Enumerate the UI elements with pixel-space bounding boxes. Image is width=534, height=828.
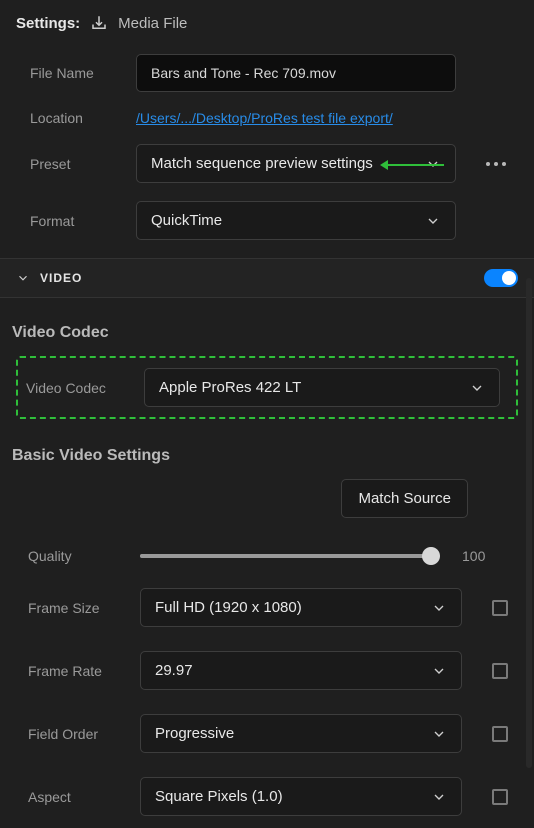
field-order-select[interactable]: Progressive bbox=[140, 714, 462, 753]
chevron-down-icon bbox=[469, 380, 485, 396]
video-toggle[interactable] bbox=[484, 269, 518, 287]
filename-label: File Name bbox=[30, 65, 120, 81]
filename-input[interactable] bbox=[136, 54, 456, 92]
chevron-down-icon bbox=[425, 213, 441, 229]
codec-label: Video Codec bbox=[26, 380, 130, 396]
match-source-button[interactable]: Match Source bbox=[341, 479, 468, 518]
video-section-title: VIDEO bbox=[40, 271, 82, 285]
field-order-value: Progressive bbox=[155, 725, 234, 742]
frame-rate-label: Frame Rate bbox=[28, 663, 124, 679]
frame-size-value: Full HD (1920 x 1080) bbox=[155, 599, 302, 616]
codec-highlight-box: Video Codec Apple ProRes 422 LT bbox=[16, 356, 518, 419]
aspect-label: Aspect bbox=[28, 789, 124, 805]
format-select[interactable]: QuickTime bbox=[136, 201, 456, 240]
location-label: Location bbox=[30, 110, 120, 126]
basic-video-heading: Basic Video Settings bbox=[12, 447, 518, 465]
frame-size-link-checkbox[interactable] bbox=[492, 600, 508, 616]
chevron-down-icon bbox=[431, 789, 447, 805]
chevron-down-icon bbox=[431, 663, 447, 679]
media-file-label[interactable]: Media File bbox=[118, 15, 187, 32]
location-link[interactable]: /Users/.../Desktop/ProRes test file expo… bbox=[136, 110, 393, 126]
field-order-label: Field Order bbox=[28, 726, 124, 742]
chevron-down-icon bbox=[431, 600, 447, 616]
settings-header: Settings: Media File bbox=[16, 14, 518, 32]
field-order-link-checkbox[interactable] bbox=[492, 726, 508, 742]
frame-rate-value: 29.97 bbox=[155, 662, 193, 679]
aspect-select[interactable]: Square Pixels (1.0) bbox=[140, 777, 462, 816]
scrollbar[interactable] bbox=[526, 278, 532, 768]
slider-thumb[interactable] bbox=[422, 547, 440, 565]
more-options-icon[interactable] bbox=[486, 162, 506, 166]
codec-select[interactable]: Apple ProRes 422 LT bbox=[144, 368, 500, 407]
frame-rate-link-checkbox[interactable] bbox=[492, 663, 508, 679]
format-value: QuickTime bbox=[151, 212, 222, 229]
chevron-down-icon bbox=[16, 271, 30, 285]
preset-label: Preset bbox=[30, 156, 120, 172]
frame-size-select[interactable]: Full HD (1920 x 1080) bbox=[140, 588, 462, 627]
quality-label: Quality bbox=[28, 548, 124, 564]
aspect-value: Square Pixels (1.0) bbox=[155, 788, 283, 805]
settings-label: Settings: bbox=[16, 15, 80, 32]
frame-size-label: Frame Size bbox=[28, 600, 124, 616]
aspect-link-checkbox[interactable] bbox=[492, 789, 508, 805]
annotation-arrow bbox=[388, 164, 444, 166]
quality-value: 100 bbox=[462, 548, 485, 564]
codec-value: Apple ProRes 422 LT bbox=[159, 379, 301, 396]
import-icon[interactable] bbox=[90, 14, 108, 32]
video-section-header[interactable]: VIDEO bbox=[0, 258, 534, 298]
video-codec-heading: Video Codec bbox=[12, 324, 518, 342]
quality-slider[interactable] bbox=[140, 554, 440, 558]
preset-value: Match sequence preview settings bbox=[151, 155, 373, 172]
frame-rate-select[interactable]: 29.97 bbox=[140, 651, 462, 690]
format-label: Format bbox=[30, 213, 120, 229]
chevron-down-icon bbox=[431, 726, 447, 742]
